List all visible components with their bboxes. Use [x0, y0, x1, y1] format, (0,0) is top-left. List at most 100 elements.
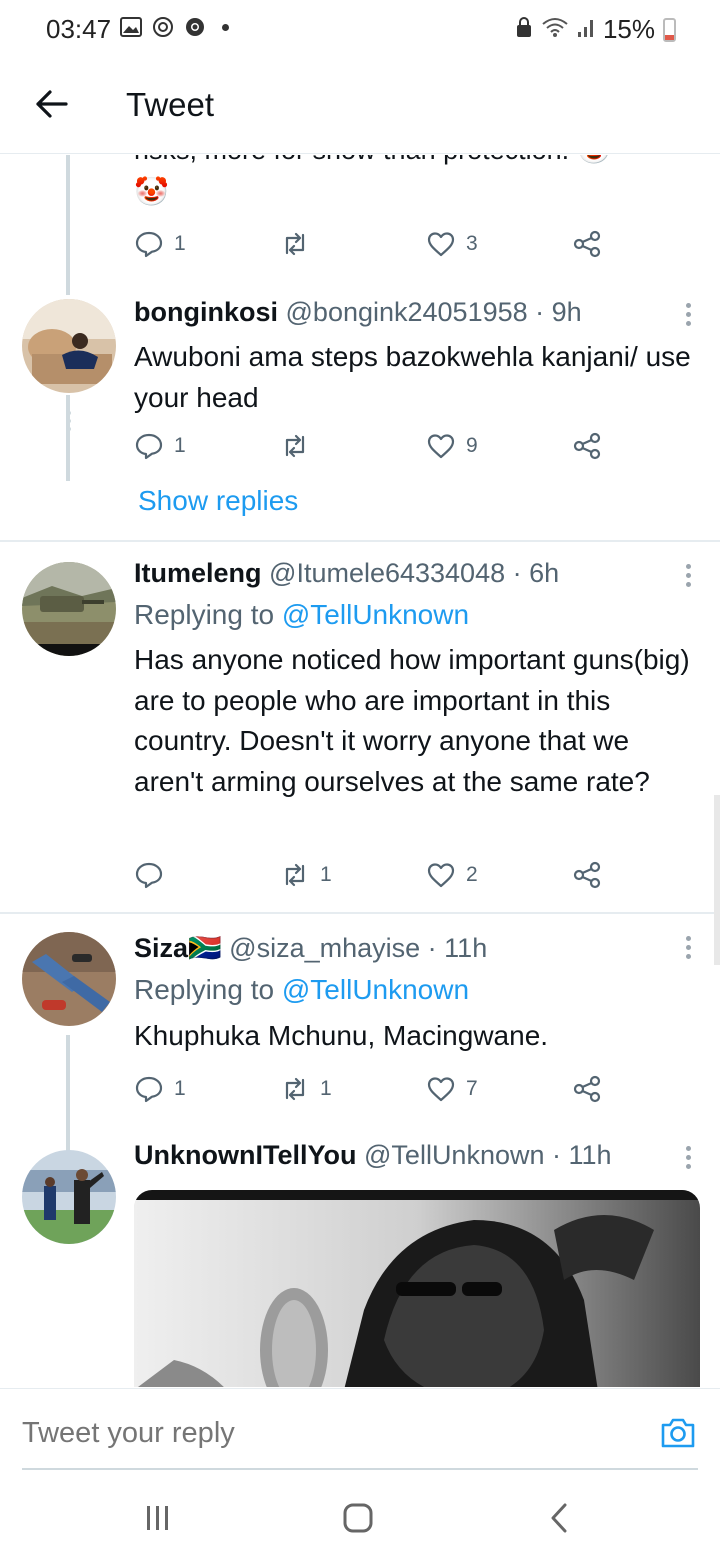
reply-button[interactable]: 1 — [134, 431, 186, 461]
replying-to: Replying to @TellUnknown — [134, 974, 470, 1005]
retweet-icon — [285, 863, 305, 887]
reply-icon — [135, 433, 163, 460]
back-button[interactable] — [32, 84, 72, 124]
heart-icon — [427, 434, 455, 459]
user-name[interactable]: UnknownITellYou — [134, 1140, 357, 1170]
signal-icon — [577, 14, 595, 45]
tweet-text: Has anyone noticed how important guns(bi… — [134, 644, 690, 797]
heart-icon — [427, 1077, 455, 1102]
tweet-time: · 6h — [512, 558, 560, 588]
tweet-header: Siza🇿🇦 @siza_mhayise · 11h — [134, 932, 487, 964]
retweet-icon — [285, 434, 305, 458]
chrome-icon — [184, 16, 206, 38]
share-icon — [573, 861, 601, 889]
avatar-image — [22, 562, 116, 656]
chevron-left-icon — [551, 1503, 567, 1533]
arrow-left-icon — [36, 90, 68, 118]
recent-apps-icon — [147, 1506, 168, 1530]
share-button[interactable] — [572, 860, 602, 890]
lock-icon — [515, 14, 533, 45]
wifi-icon — [541, 14, 569, 45]
tweet-actions: 1 2 — [134, 860, 614, 894]
battery-icon — [663, 17, 676, 42]
reply-icon — [135, 231, 163, 258]
tweet-text: Awuboni ama steps bazokwehla kanjani/ us… — [134, 341, 691, 413]
battery-percent: 15% — [602, 14, 655, 44]
tweet-item[interactable]: Siza🇿🇦 @siza_mhayise · 11h Replying to @… — [0, 914, 720, 1144]
camera-icon — [661, 1418, 695, 1448]
retweet-icon — [285, 232, 305, 256]
back-nav-button[interactable] — [540, 1500, 580, 1536]
tweet-text-clipped: risks, more for show than protection. 🤡 — [134, 155, 612, 166]
tweet-partial[interactable]: risks, more for show than protection. 🤡 … — [0, 155, 720, 285]
tweet-item[interactable]: bonginkosi @bongink24051958 · 9h Awuboni… — [0, 285, 720, 540]
clown-emoji: 🤡 — [577, 155, 612, 165]
share-button[interactable] — [572, 229, 602, 259]
share-icon — [573, 1075, 601, 1103]
tweet-time: · 9h — [535, 297, 582, 327]
clown-emoji: 🤡 — [134, 176, 169, 207]
home-button[interactable] — [338, 1500, 378, 1536]
like-button[interactable]: 9 — [426, 431, 478, 461]
replying-to-link[interactable]: @TellUnknown — [282, 974, 469, 1005]
like-button[interactable]: 7 — [426, 1074, 478, 1104]
reply-icon — [135, 862, 163, 889]
share-icon — [573, 230, 601, 258]
more-options-icon[interactable] — [684, 303, 692, 330]
home-icon — [343, 1503, 373, 1533]
user-name[interactable]: bonginkosi — [134, 297, 278, 327]
user-handle[interactable]: @TellUnknown — [364, 1140, 544, 1170]
more-notifications-dot — [222, 23, 229, 31]
replying-to: Replying to @TellUnknown — [134, 599, 470, 630]
scrollbar-thumb[interactable] — [714, 795, 720, 965]
app-header: Tweet — [0, 58, 720, 154]
retweet-icon — [285, 1077, 305, 1101]
like-button[interactable]: 3 — [426, 229, 478, 259]
avatar-image — [22, 932, 116, 1026]
more-options-icon[interactable] — [684, 1146, 692, 1173]
like-button[interactable]: 2 — [426, 860, 478, 890]
tweet-item[interactable]: Itumeleng @Itumele64334048 · 6h Replying… — [0, 542, 720, 912]
heart-icon — [427, 232, 455, 257]
user-handle[interactable]: @Itumele64334048 — [269, 558, 505, 588]
status-right: 15% — [515, 14, 676, 45]
tweet-actions: 1 3 — [134, 229, 614, 263]
user-handle[interactable]: @siza_mhayise — [229, 933, 420, 963]
reply-button[interactable]: 1 — [134, 1074, 186, 1104]
tweet-feed[interactable]: risks, more for show than protection. 🤡 … — [0, 155, 720, 1387]
user-name[interactable]: Siza🇿🇦 — [134, 933, 222, 963]
retweet-button[interactable]: 1 — [280, 1074, 332, 1104]
camera-button[interactable] — [658, 1413, 698, 1453]
avatar[interactable] — [22, 299, 116, 393]
avatar-image — [22, 299, 116, 393]
user-name[interactable]: Itumeleng — [134, 558, 262, 588]
gallery-icon — [120, 16, 142, 38]
avatar[interactable] — [22, 932, 116, 1026]
share-button[interactable] — [572, 431, 602, 461]
avatar[interactable] — [22, 1150, 116, 1244]
retweet-button[interactable] — [280, 229, 320, 259]
retweet-button[interactable]: 1 — [280, 860, 332, 890]
tweet-header: UnknownITellYou @TellUnknown · 11h — [134, 1140, 612, 1171]
avatar[interactable] — [22, 562, 116, 656]
tweet-item[interactable]: UnknownITellYou @TellUnknown · 11h — [0, 1140, 720, 1387]
reply-input[interactable] — [22, 1417, 582, 1450]
tweet-text: Khuphuka Mchunu, Macingwane. — [134, 1020, 549, 1051]
recent-apps-button[interactable] — [138, 1500, 178, 1536]
photo-image — [134, 1190, 700, 1387]
heart-icon — [427, 863, 455, 888]
more-options-icon[interactable] — [684, 936, 692, 963]
reply-button[interactable]: 1 — [134, 229, 186, 259]
reply-icon — [135, 1076, 163, 1103]
more-options-icon[interactable] — [684, 564, 692, 591]
retweet-button[interactable] — [280, 431, 320, 461]
tweet-header: Itumeleng @Itumele64334048 · 6h — [134, 558, 559, 589]
tweet-media-image[interactable] — [134, 1190, 700, 1387]
show-replies-link[interactable]: Show replies — [138, 485, 298, 517]
system-nav-bar — [0, 1470, 720, 1560]
status-time: 03:47 — [46, 14, 112, 44]
user-handle[interactable]: @bongink24051958 — [286, 297, 528, 327]
share-button[interactable] — [572, 1074, 602, 1104]
replying-to-link[interactable]: @TellUnknown — [282, 599, 469, 630]
reply-button[interactable] — [134, 860, 174, 890]
